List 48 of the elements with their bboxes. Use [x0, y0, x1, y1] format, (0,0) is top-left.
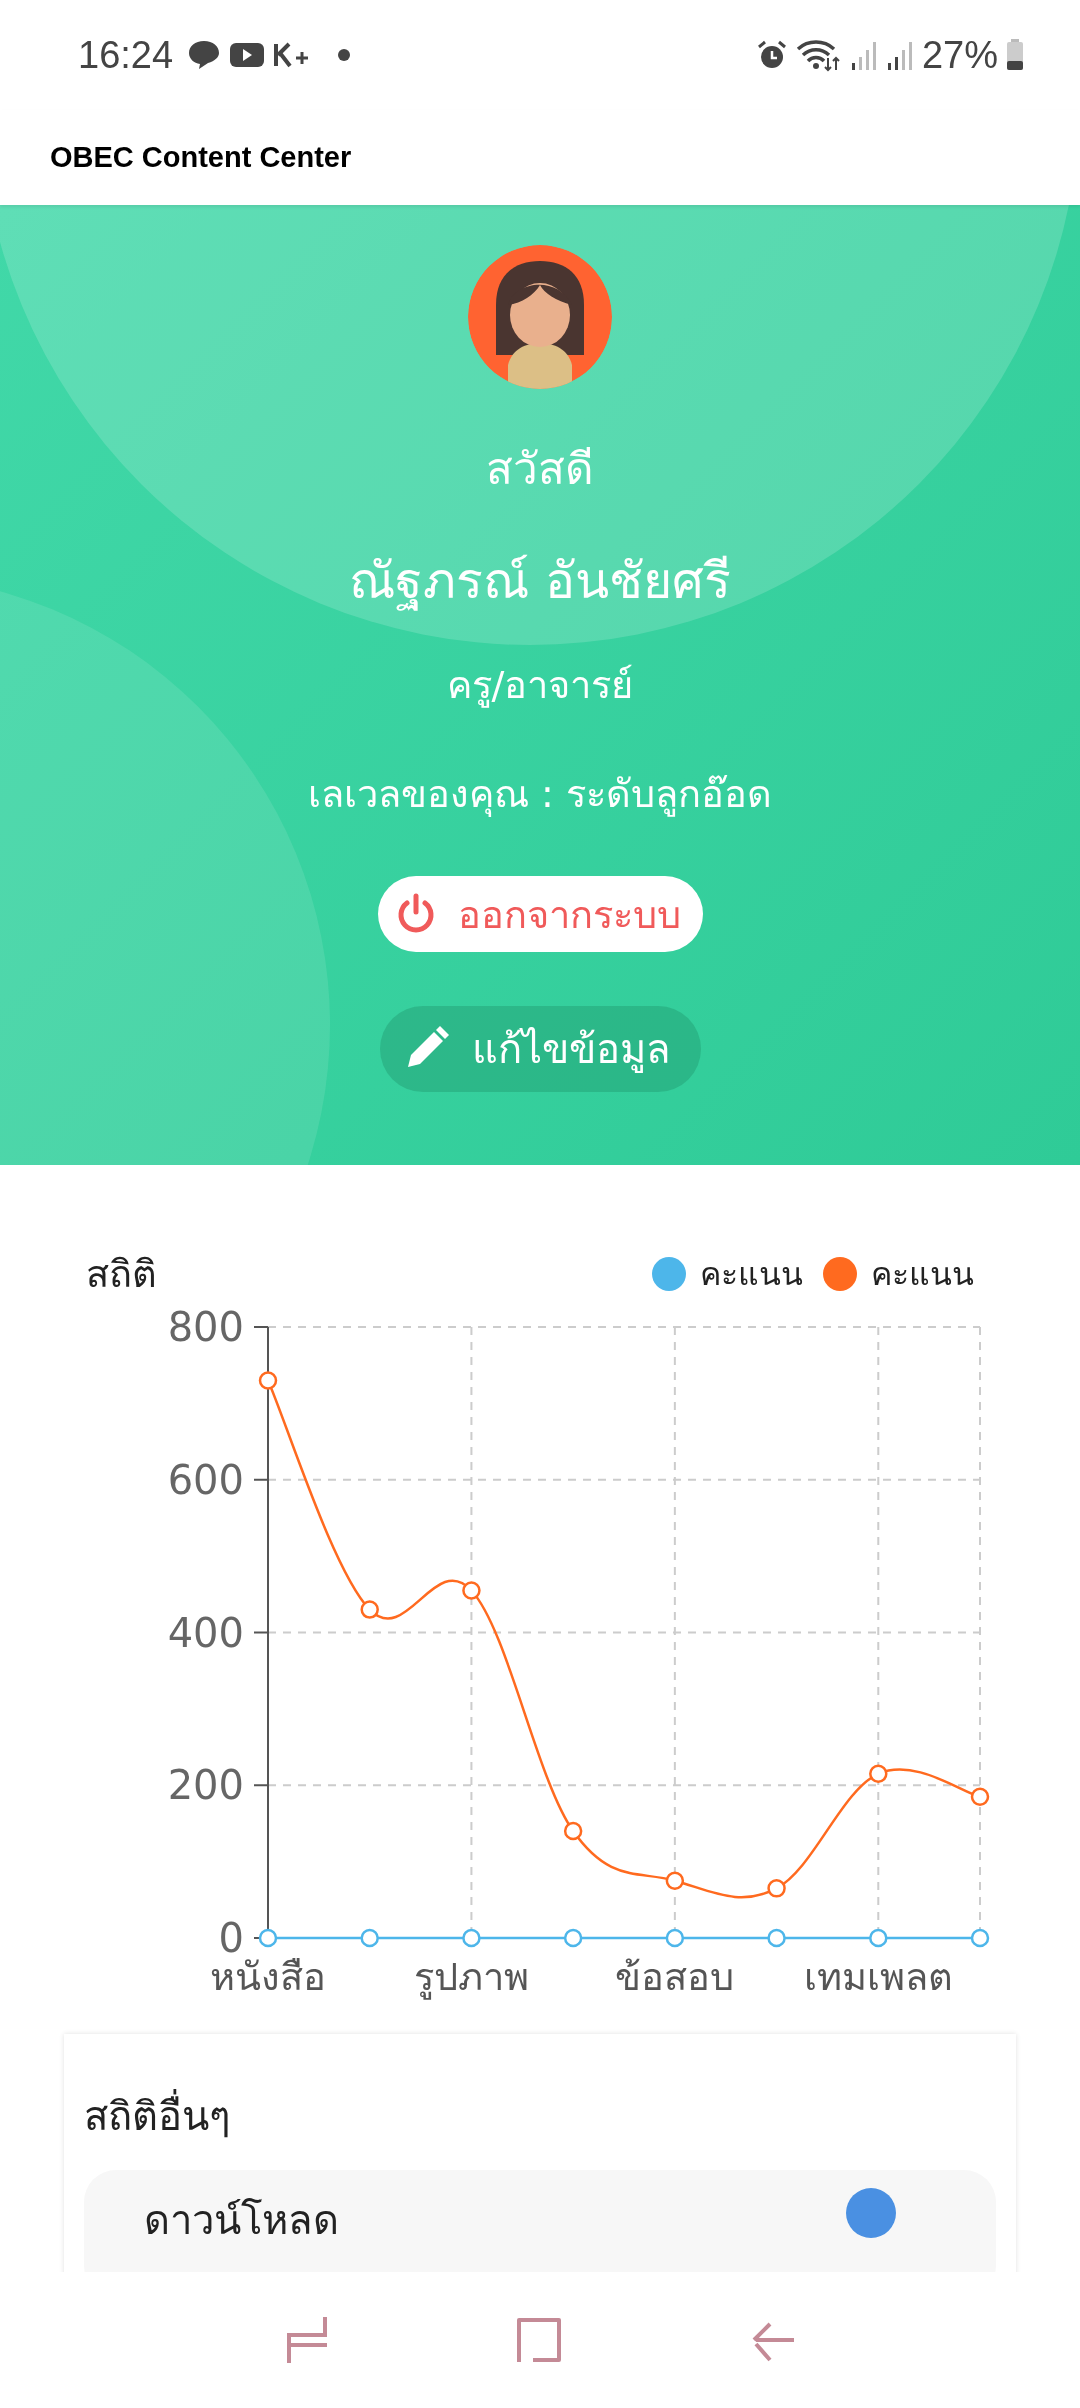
chat-bubble-icon	[187, 39, 222, 71]
x-tick-label: รูปภาพ	[413, 1955, 529, 1999]
y-tick-label: 200	[167, 1762, 244, 1809]
data-point	[462, 1928, 481, 1948]
stat-label: ดาวน์โหลด	[144, 2196, 339, 2245]
x-tick-label: ข้อสอบ	[615, 1955, 735, 1999]
app-title: OBEC Content Center	[50, 141, 352, 174]
data-point	[665, 1928, 685, 1948]
edit-profile-button[interactable]: แก้ไขข้อมูล	[379, 1006, 701, 1092]
data-point	[258, 1371, 278, 1390]
wifi-icon	[795, 38, 842, 72]
data-point	[767, 1928, 786, 1948]
signal-icon	[885, 39, 914, 71]
user-role: ครู/อาจารย์	[446, 662, 634, 710]
y-tick-label: 400	[167, 1609, 244, 1656]
stats-title: สถิติ	[86, 1251, 157, 1298]
other-stats-title: สถิติอื่นๆ	[84, 2084, 996, 2148]
data-point	[970, 1787, 990, 1806]
user-level: เลเวลของคุณ : ระดับลูกอ๊อด	[308, 771, 772, 819]
battery-icon	[1006, 39, 1024, 71]
user-name: ณัฐภรณ์ อันชัยศรี	[349, 551, 731, 613]
y-tick-label: 600	[167, 1456, 244, 1503]
legend-label: คะแนน	[871, 1254, 974, 1295]
data-point	[970, 1928, 990, 1948]
alarm-clock-icon	[755, 39, 788, 71]
data-point	[869, 1764, 888, 1784]
data-point	[665, 1871, 685, 1890]
data-point	[563, 1928, 583, 1948]
stat-icon	[846, 2188, 896, 2238]
data-point	[869, 1928, 888, 1948]
notification-dot-icon	[337, 48, 352, 62]
logout-button[interactable]: ออกจากระบบ	[377, 876, 703, 952]
home-icon[interactable]	[517, 2316, 563, 2364]
y-tick-label: 800	[167, 1304, 244, 1350]
data-point	[360, 1928, 379, 1948]
data-point	[767, 1879, 786, 1898]
clock-time: 16:24	[78, 33, 174, 77]
battery-percent: 27%	[921, 33, 998, 77]
data-point	[563, 1821, 583, 1841]
avatar-icon	[468, 245, 612, 389]
play-icon	[229, 41, 266, 69]
data-point	[360, 1600, 379, 1619]
greeting-text: สวัสดี	[486, 442, 594, 496]
x-tick-label: เทมเพลต	[803, 1955, 953, 1999]
data-point	[462, 1581, 481, 1600]
data-point	[258, 1928, 278, 1948]
legend-label: คะแนน	[700, 1254, 803, 1295]
signal-icon	[849, 39, 878, 71]
